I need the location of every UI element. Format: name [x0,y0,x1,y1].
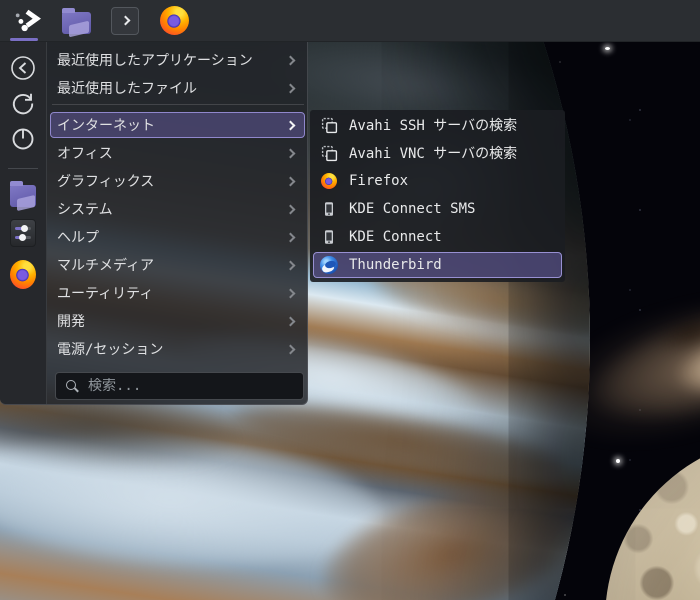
sidebar-settings-button[interactable] [10,219,36,247]
application-menu: 最近使用したアプリケーション 最近使用したファイル インターネット オフィス グ… [0,42,308,405]
sidebar-firefox-button[interactable] [10,259,36,289]
search-input[interactable] [88,378,293,394]
search-box[interactable] [55,372,304,400]
menu-item-recent-apps[interactable]: 最近使用したアプリケーション [47,46,307,74]
menu-item-recent-files[interactable]: 最近使用したファイル [47,74,307,102]
app-launcher-button[interactable] [12,6,42,36]
submenu-item-thunderbird[interactable]: Thunderbird [310,251,565,279]
menu-item-development[interactable]: 開発 [47,307,307,335]
file-manager-button[interactable] [61,6,91,36]
submenu-item-avahi-ssh[interactable]: Avahi SSH サーバの検索 [310,111,565,139]
firefox-icon [320,172,338,190]
menu-divider [52,104,304,105]
firefox-button[interactable] [159,6,189,36]
chevron-right-icon [285,204,296,214]
chevron-right-icon [285,232,296,242]
kdeconnect-phone-icon [320,228,338,246]
app-launcher-icon [15,9,41,31]
file-manager-icon [10,181,36,207]
settings-sliders-icon [10,219,36,247]
chevron-right-icon [285,344,296,354]
restart-button[interactable] [10,90,36,116]
chevron-right-icon [285,120,296,130]
menu-item-multimedia[interactable]: マルチメディア [47,251,307,279]
submenu-item-kdeconnect[interactable]: KDE Connect [310,223,565,251]
chevron-right-icon [285,176,296,186]
avahi-icon [320,144,338,162]
menu-category-list: 最近使用したアプリケーション 最近使用したファイル インターネット オフィス グ… [47,42,307,363]
bright-star [605,47,610,50]
desktop: 最近使用したアプリケーション 最近使用したファイル インターネット オフィス グ… [0,0,700,600]
bright-star [616,459,620,463]
menu-item-utilities[interactable]: ユーティリティ [47,279,307,307]
menu-item-internet[interactable]: インターネット [47,111,307,139]
sidebar-divider [8,168,38,169]
firefox-icon [10,259,36,289]
restart-icon [12,93,34,115]
menu-item-power-session[interactable]: 電源/セッション [47,335,307,363]
terminal-icon [111,6,139,35]
sidebar-file-manager-button[interactable] [10,181,36,207]
search-icon [66,379,79,393]
chevron-right-icon [285,260,296,270]
avahi-icon [320,116,338,134]
submenu-item-avahi-vnc[interactable]: Avahi VNC サーバの検索 [310,139,565,167]
firefox-icon [159,6,189,35]
chevron-right-icon [285,83,296,93]
submenu-item-firefox[interactable]: Firefox [310,167,565,195]
chevron-right-icon [285,55,296,65]
go-back-icon [11,56,35,80]
go-back-button[interactable] [10,55,36,81]
shutdown-icon [12,128,34,150]
kdeconnect-phone-icon [320,200,338,218]
menu-item-graphics[interactable]: グラフィックス [47,167,307,195]
active-task-underline [10,38,38,41]
chevron-right-icon [285,148,296,158]
thunderbird-icon [320,256,338,274]
shutdown-button[interactable] [10,125,36,151]
internet-submenu: Avahi SSH サーバの検索 Avahi VNC サーバの検索 Firefo… [310,110,565,282]
file-manager-icon [61,7,91,34]
taskbar [0,0,700,42]
chevron-right-icon [285,288,296,298]
menu-sidebar [0,42,47,404]
terminal-button[interactable] [110,6,140,36]
chevron-right-icon [285,316,296,326]
submenu-item-kdeconnect-sms[interactable]: KDE Connect SMS [310,195,565,223]
menu-item-help[interactable]: ヘルプ [47,223,307,251]
menu-item-office[interactable]: オフィス [47,139,307,167]
menu-item-system[interactable]: システム [47,195,307,223]
